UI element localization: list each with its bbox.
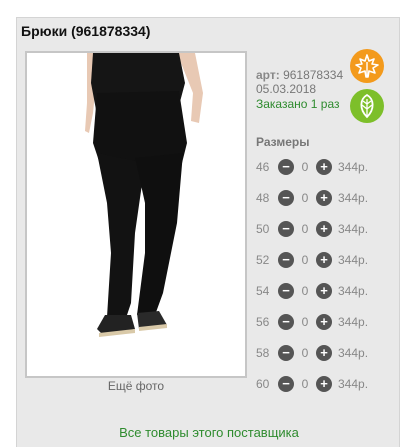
product-card: Брюки (961878334) Ещё фото арт: 96187833… xyxy=(16,17,400,447)
size-label: 54 xyxy=(256,284,270,298)
size-label: 48 xyxy=(256,191,270,205)
decrease-quantity-button[interactable]: − xyxy=(278,252,294,268)
size-row: 54−0 +344р. xyxy=(256,282,396,300)
quantity-value: 0 xyxy=(301,253,309,267)
ordered-count: Заказано 1 раз xyxy=(256,97,340,111)
size-label: 46 xyxy=(256,160,270,174)
pants-image xyxy=(27,53,245,376)
product-title: Брюки (961878334) xyxy=(21,23,151,39)
size-price: 344р. xyxy=(338,346,369,360)
increase-quantity-button[interactable]: + xyxy=(316,376,332,392)
size-price: 344р. xyxy=(338,253,369,267)
product-photo[interactable] xyxy=(25,51,247,378)
sizes-header: Размеры xyxy=(256,135,310,149)
increase-quantity-button[interactable]: + xyxy=(316,221,332,237)
size-row: 50−0 +344р. xyxy=(256,220,396,238)
size-price: 344р. xyxy=(338,191,369,205)
size-price: 344р. xyxy=(338,222,369,236)
size-label: 58 xyxy=(256,346,270,360)
quantity-value: 0 xyxy=(301,377,309,391)
increase-quantity-button[interactable]: + xyxy=(316,252,332,268)
quantity-value: 0 xyxy=(301,284,309,298)
season-autumn-badge xyxy=(350,49,384,83)
quantity-value: 0 xyxy=(301,160,309,174)
size-row: 46−0 +344р. xyxy=(256,158,396,176)
increase-quantity-button[interactable]: + xyxy=(316,314,332,330)
size-price: 344р. xyxy=(338,377,369,391)
decrease-quantity-button[interactable]: − xyxy=(278,345,294,361)
quantity-value: 0 xyxy=(301,191,309,205)
increase-quantity-button[interactable]: + xyxy=(316,345,332,361)
more-photo-link[interactable]: Ещё фото xyxy=(25,379,247,393)
decrease-quantity-button[interactable]: − xyxy=(278,283,294,299)
product-date: 05.03.2018 xyxy=(256,82,317,96)
art-value: 961878334 xyxy=(283,68,344,82)
decrease-quantity-button[interactable]: − xyxy=(278,159,294,175)
size-label: 52 xyxy=(256,253,270,267)
leaf-icon xyxy=(360,93,374,119)
maple-leaf-icon xyxy=(355,54,379,78)
size-price: 344р. xyxy=(338,315,369,329)
size-label: 60 xyxy=(256,377,270,391)
decrease-quantity-button[interactable]: − xyxy=(278,221,294,237)
supplier-products-link[interactable]: Все товары этого поставщика xyxy=(17,425,401,440)
size-price: 344р. xyxy=(338,160,369,174)
size-row: 60−0 +344р. xyxy=(256,375,396,393)
size-label: 50 xyxy=(256,222,270,236)
size-label: 56 xyxy=(256,315,270,329)
size-row: 58−0 +344р. xyxy=(256,344,396,362)
decrease-quantity-button[interactable]: − xyxy=(278,314,294,330)
quantity-value: 0 xyxy=(301,346,309,360)
product-info: арт: 961878334 05.03.2018 Заказано 1 раз xyxy=(256,68,343,111)
increase-quantity-button[interactable]: + xyxy=(316,190,332,206)
art-label: арт: xyxy=(256,68,280,82)
decrease-quantity-button[interactable]: − xyxy=(278,376,294,392)
quantity-value: 0 xyxy=(301,315,309,329)
size-row: 52−0 +344р. xyxy=(256,251,396,269)
increase-quantity-button[interactable]: + xyxy=(316,283,332,299)
size-price: 344р. xyxy=(338,284,369,298)
decrease-quantity-button[interactable]: − xyxy=(278,190,294,206)
increase-quantity-button[interactable]: + xyxy=(316,159,332,175)
season-spring-badge xyxy=(350,89,384,123)
size-row: 48−0 +344р. xyxy=(256,189,396,207)
quantity-value: 0 xyxy=(301,222,309,236)
size-row: 56−0 +344р. xyxy=(256,313,396,331)
